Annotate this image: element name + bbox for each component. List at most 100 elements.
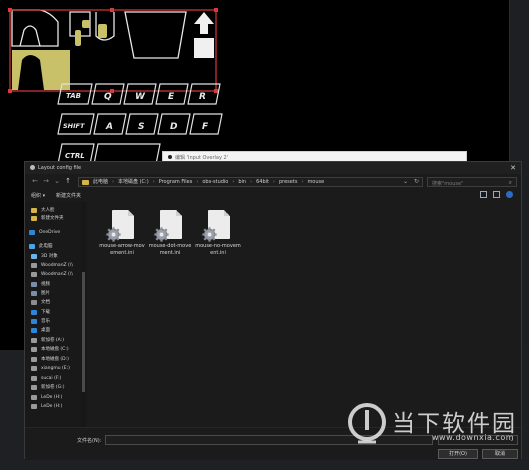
address-bar[interactable]: 此电脑 › 本地磁盘 (C:) › Program Files › obs-studio › b… <box>78 177 423 187</box>
mouse-scroll-dot-2 <box>98 24 107 38</box>
folder-icon <box>82 180 89 185</box>
breadcrumb-item[interactable]: 64bit <box>256 179 269 186</box>
drive-icon <box>31 375 37 381</box>
sidebar-item[interactable]: OneDrive <box>29 228 60 236</box>
preview-pane-icon[interactable] <box>493 191 500 198</box>
sidebar-item[interactable]: WoodmanZ (\\ <box>31 261 73 269</box>
key-label-e: E <box>168 92 175 102</box>
file-item[interactable]: mouse-no-movement.ini <box>195 210 241 266</box>
chevron-right-icon[interactable]: › <box>232 179 234 186</box>
selection-handle <box>214 8 218 12</box>
back-button[interactable]: ← <box>31 177 39 186</box>
navigation-bar: ← → ⌄ ↑ 此电脑 › 本地磁盘 (C:) › Program Files › obs-… <box>25 176 521 188</box>
sidebar-item[interactable]: 此电脑 <box>29 242 53 250</box>
key-label-f: F <box>202 122 209 132</box>
sidebar-item[interactable]: sucai (F:) <box>31 374 61 382</box>
drive-icon <box>31 384 37 390</box>
forward-button[interactable]: → <box>42 177 50 186</box>
3d-objects-icon <box>31 253 37 259</box>
chevron-right-icon[interactable]: › <box>153 179 155 186</box>
dialog-toolbar: 组织 ▾ 新建文件夹 <box>25 190 521 200</box>
view-options-icon[interactable] <box>480 191 487 198</box>
key-label-w: W <box>135 92 146 102</box>
key-label-shift: SHIFT <box>63 122 85 130</box>
help-icon[interactable] <box>506 191 513 198</box>
selection-handle <box>110 8 114 12</box>
selection-handle <box>214 89 218 93</box>
sidebar-item[interactable]: 视频 <box>31 280 50 288</box>
file-item[interactable]: mouse-dot-movement.ini <box>147 210 193 266</box>
folder-icon <box>31 215 37 221</box>
organize-button[interactable]: 组织 ▾ <box>31 192 45 199</box>
sidebar-item[interactable]: 大人脸 <box>31 206 55 214</box>
sidebar-item-label: WoodmanZ (\\ <box>41 262 73 268</box>
breadcrumb-item[interactable]: Program Files <box>159 179 193 186</box>
sidebar-item[interactable]: 新加卷 (G:) <box>31 383 64 391</box>
sidebar-item[interactable]: 音乐 <box>31 317 50 325</box>
network-drive-icon <box>31 262 37 268</box>
key-label-ctrl: CTRL <box>65 152 85 160</box>
sidebar-item-label: xiangmu (E:) <box>41 365 70 371</box>
network-drive-icon <box>31 271 37 277</box>
sidebar-item-label: 下载 <box>41 310 50 315</box>
breadcrumb-item[interactable]: mouse <box>307 179 324 186</box>
chevron-right-icon[interactable]: › <box>196 179 198 186</box>
scrollbar-thumb[interactable] <box>82 272 85 392</box>
drive-icon <box>31 337 37 343</box>
refresh-icon[interactable]: ↻ <box>414 178 419 185</box>
sidebar-item-label: 桌面 <box>41 328 50 333</box>
desktop-icon <box>31 327 37 333</box>
sidebar-item[interactable]: 桌面 <box>31 326 50 334</box>
breadcrumb-item[interactable]: 此电脑 <box>93 179 108 186</box>
sidebar-item-label: 新加卷 (G:) <box>41 385 65 390</box>
sidebar-item[interactable]: 本地磁盘 (C:) <box>31 345 69 353</box>
watermark-url: www.downxia.com <box>432 433 515 442</box>
breadcrumb-item[interactable]: 本地磁盘 (C:) <box>118 179 149 186</box>
search-placeholder: 搜索"mouse" <box>432 181 464 187</box>
chevron-right-icon[interactable]: › <box>301 179 303 186</box>
breadcrumb-item[interactable]: obs-studio <box>202 179 228 186</box>
gear-icon <box>106 227 121 242</box>
dialog-titlebar: Layout config file ✕ <box>25 162 521 174</box>
sidebar-item[interactable]: LeDe (H:) <box>31 402 62 410</box>
music-icon <box>31 318 37 324</box>
breadcrumb-item[interactable]: bin <box>238 179 246 186</box>
video-icon <box>31 281 37 287</box>
chevron-right-icon[interactable]: › <box>273 179 275 186</box>
chevron-right-icon[interactable]: › <box>250 179 252 186</box>
drive-icon <box>31 403 37 409</box>
drive-icon <box>31 394 37 400</box>
sidebar-item[interactable]: 新建文件夹 <box>31 214 64 222</box>
breadcrumb-item[interactable]: presets <box>279 179 297 186</box>
app-icon <box>30 165 35 170</box>
background-window-title: 编辑 'Input Overlay 2' <box>175 155 229 161</box>
new-folder-button[interactable]: 新建文件夹 <box>56 192 81 199</box>
recent-locations-button[interactable]: ⌄ <box>53 177 61 186</box>
up-button[interactable]: ↑ <box>64 177 72 186</box>
chevron-right-icon[interactable]: › <box>112 179 114 186</box>
sidebar-item[interactable]: 文档 <box>31 298 50 306</box>
file-name: mouse-arrow-movement.ini <box>99 243 145 256</box>
file-name: mouse-dot-movement.ini <box>148 243 192 256</box>
sidebar-item[interactable]: 图片 <box>31 289 50 297</box>
sidebar-item[interactable]: 新加卷 (A:) <box>31 336 64 344</box>
sidebar-item[interactable]: xiangmu (E:) <box>31 364 70 372</box>
search-input[interactable]: 搜索"mouse" ⌕ <box>427 177 517 187</box>
app-icon <box>168 155 172 159</box>
sidebar-item[interactable]: 本地磁盘 (D:) <box>31 355 69 363</box>
navigation-scrollbar[interactable] <box>81 202 86 427</box>
arrow-up-icon <box>194 12 214 34</box>
watermark: 当下软件园 www.downxia.com <box>340 400 529 460</box>
sidebar-item[interactable]: 3D 对象 <box>31 252 58 260</box>
mouse-scroll-dot-3 <box>75 30 81 46</box>
chevron-down-icon[interactable]: ⌄ <box>403 178 408 185</box>
movement-square <box>194 38 214 58</box>
sidebar-item[interactable]: WoodmanZ (\\ <box>31 270 73 278</box>
sidebar-item[interactable]: LeDe (H:) <box>31 393 62 401</box>
sidebar-item[interactable]: 下载 <box>31 308 50 316</box>
pc-icon <box>29 243 35 249</box>
sidebar-item-label: 本地磁盘 (C:) <box>41 347 69 352</box>
key-label-q: Q <box>104 92 112 102</box>
close-icon[interactable]: ✕ <box>510 164 516 172</box>
file-item[interactable]: mouse-arrow-movement.ini <box>99 210 145 266</box>
